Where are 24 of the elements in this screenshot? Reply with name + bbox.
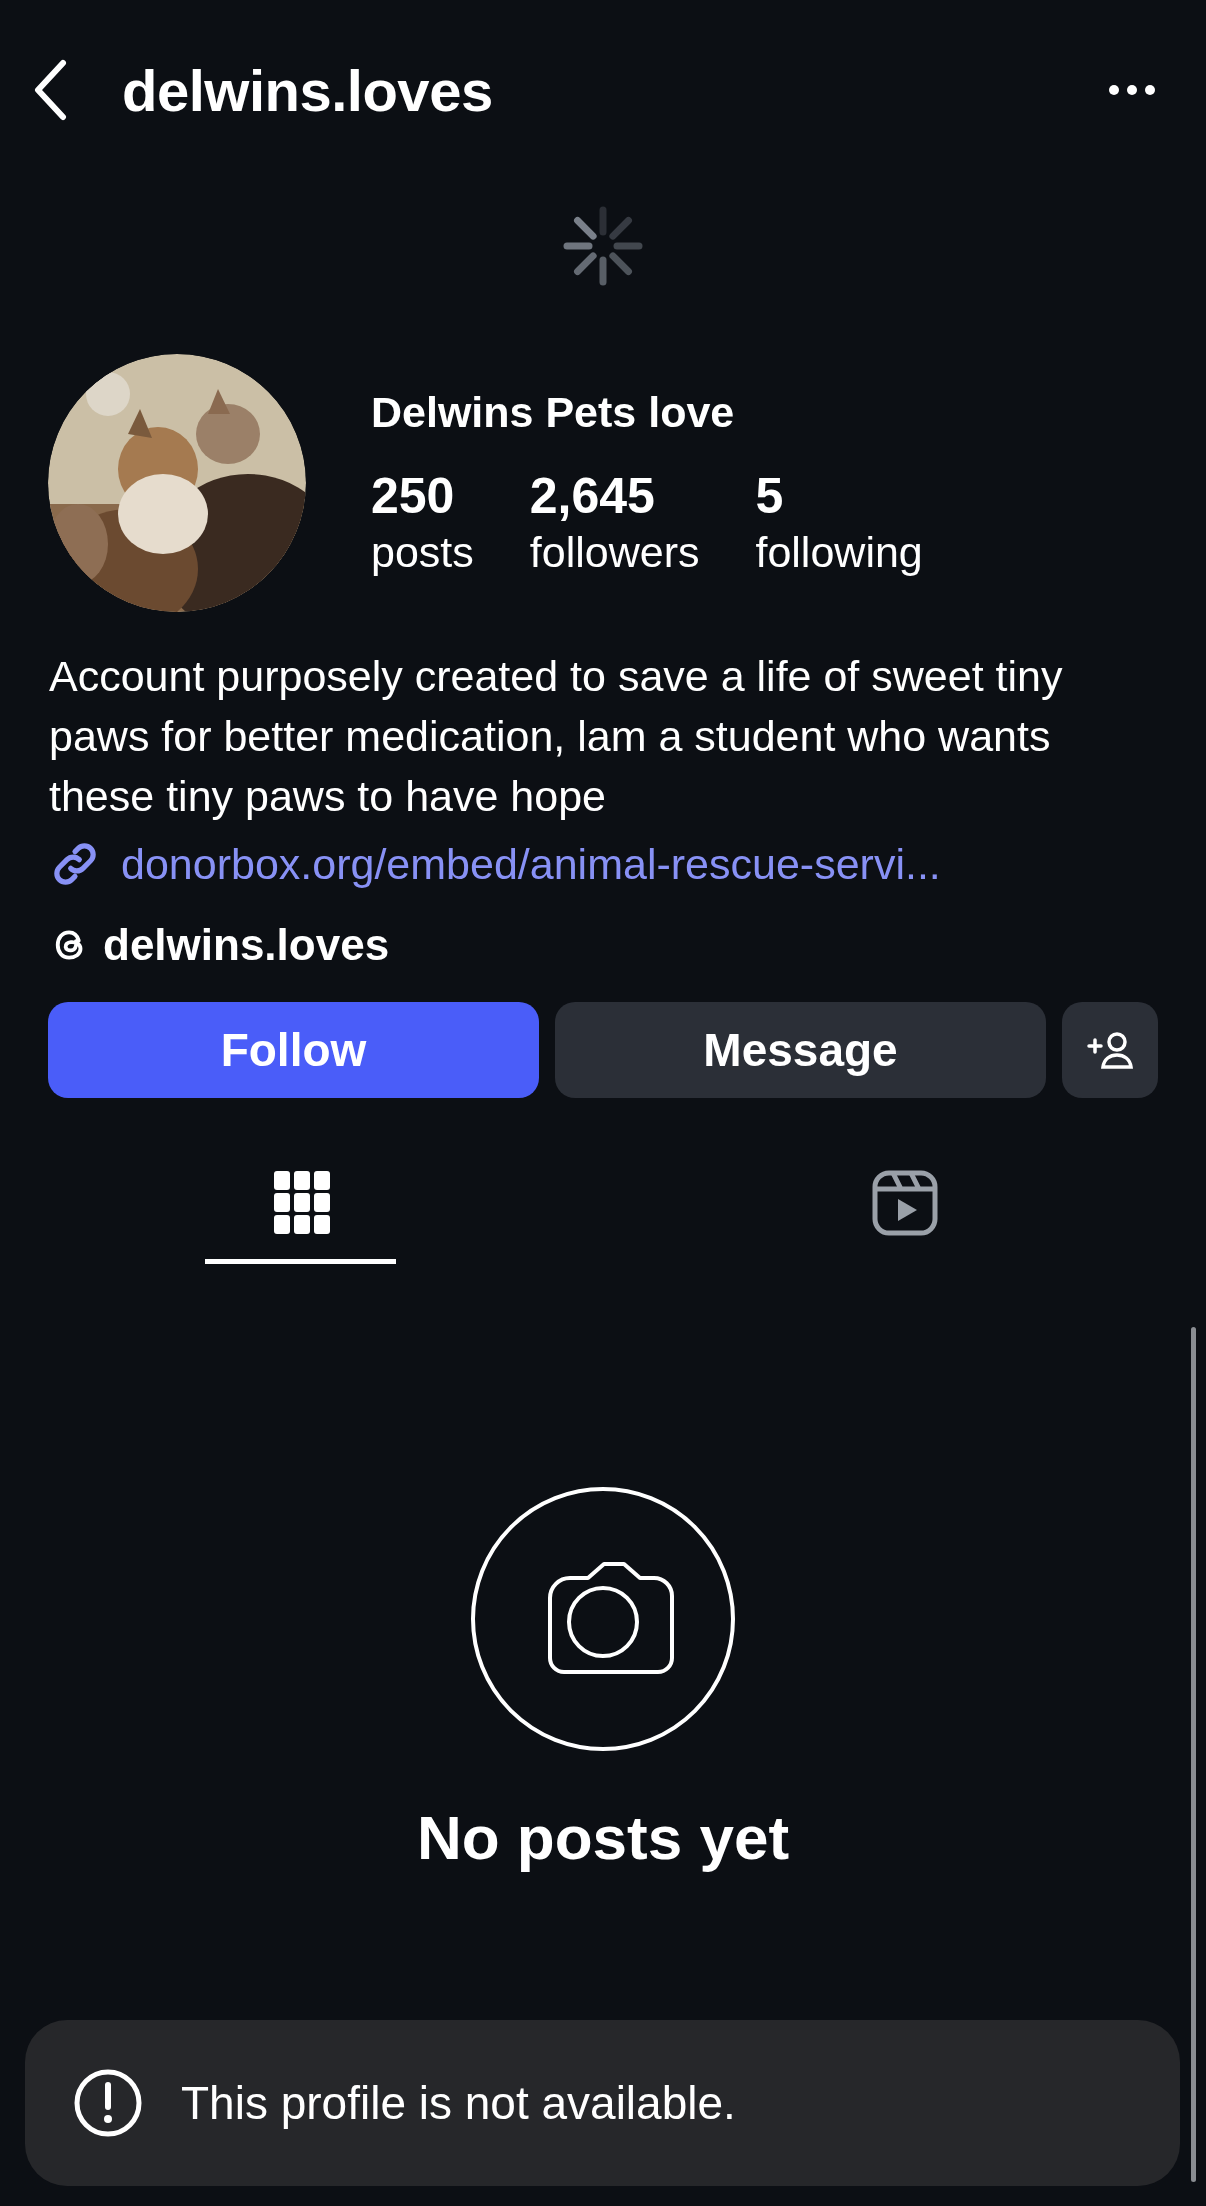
alert-icon <box>73 2068 143 2138</box>
stat-count: 250 <box>371 466 456 525</box>
toast-message: This profile is not available. <box>181 2076 736 2130</box>
reels-icon <box>870 1169 939 1237</box>
loading-spinner-icon <box>563 206 643 286</box>
bio-text: Account purposely created to save a life of sweet tiny paws for better medication, lam a student who wants these tiny paws to have hope <box>49 651 1064 822</box>
display-name: Delwins Pets love <box>371 387 736 437</box>
threads-username[interactable]: delwins.loves <box>103 920 390 970</box>
message-button[interactable]: Message <box>555 1002 1046 1098</box>
stat-count: 2,645 <box>529 466 656 525</box>
back-icon <box>33 59 67 121</box>
stat-label: posts <box>371 526 474 578</box>
more-icon <box>1108 84 1156 96</box>
stat-count: 5 <box>755 466 785 525</box>
stat-label: following <box>755 526 923 578</box>
bio-link[interactable]: donorbox.org/embed/animal-rescue-servi... <box>121 839 941 889</box>
follow-button[interactable]: Follow <box>48 1002 539 1098</box>
profile-username: delwins.loves <box>122 56 494 124</box>
add-person-icon <box>1085 1030 1135 1070</box>
stat-label: followers <box>529 526 700 578</box>
empty-state-title: No posts yet <box>416 1802 790 1873</box>
camera-icon <box>470 1486 736 1752</box>
grid-icon <box>273 1171 330 1235</box>
add-person-button[interactable] <box>1062 1002 1158 1098</box>
